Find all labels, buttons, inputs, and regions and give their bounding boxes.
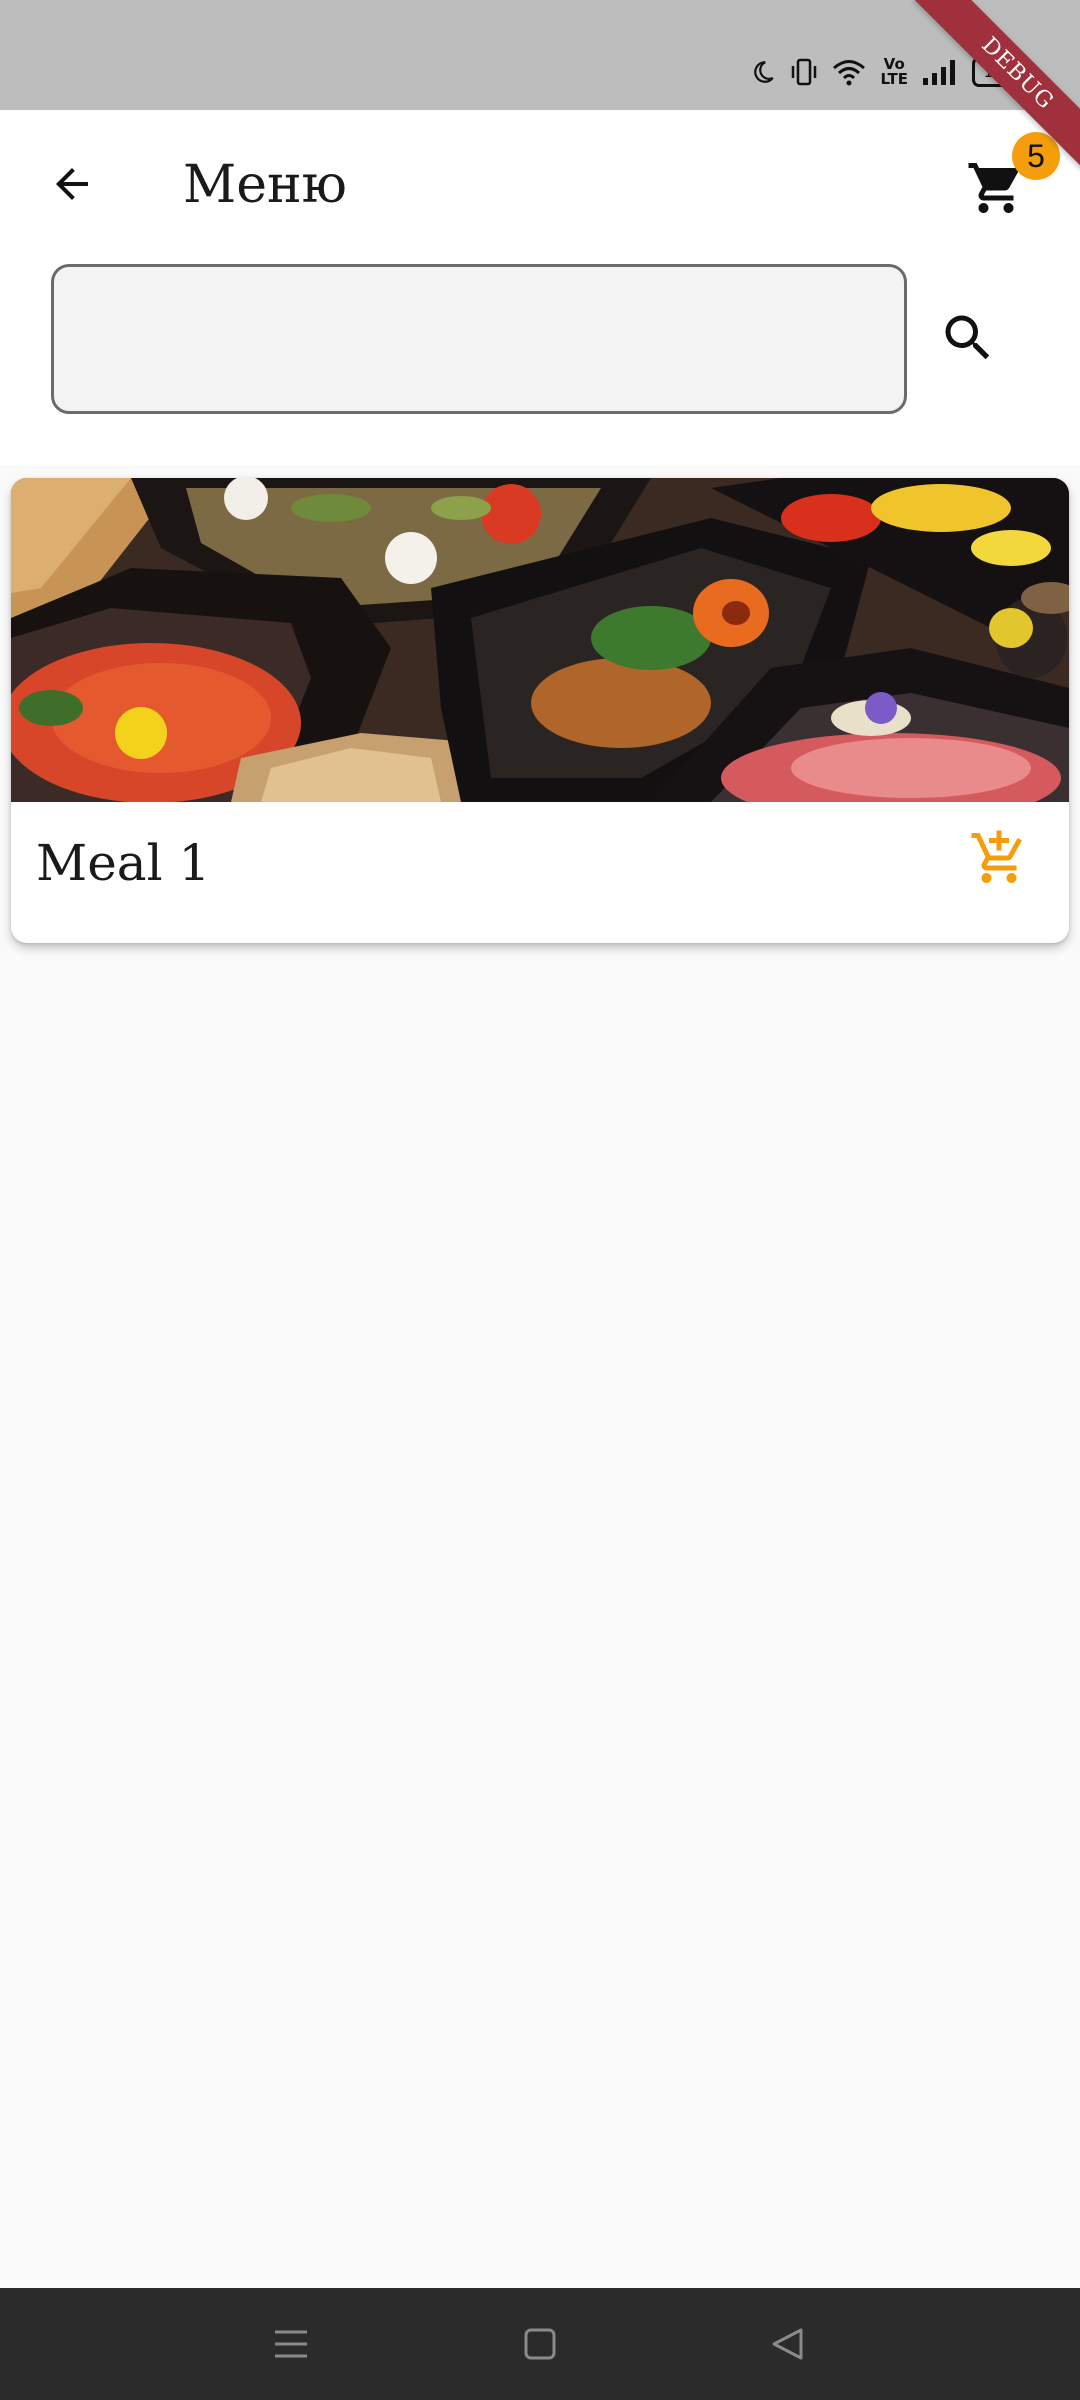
back-button[interactable] <box>36 148 108 220</box>
page-title: Меню <box>183 155 347 215</box>
meal-image <box>11 478 1069 802</box>
add-to-cart-button[interactable] <box>959 818 1039 898</box>
search-input[interactable] <box>51 264 907 414</box>
recents-button[interactable] <box>263 2316 319 2372</box>
app-header: Меню 5 <box>0 110 1080 465</box>
moon-icon <box>750 59 776 85</box>
system-back-button[interactable] <box>760 2316 816 2372</box>
volte-bottom-label: LTE <box>880 70 908 88</box>
cart-count-badge: 5 <box>1012 132 1060 180</box>
add-shopping-cart-icon <box>971 830 1022 883</box>
menu-icon <box>275 2330 307 2358</box>
signal-icon <box>922 58 958 86</box>
home-button[interactable] <box>512 2316 568 2372</box>
meal-card[interactable]: Meal 1 <box>11 478 1069 943</box>
status-bar: Vo LTE 100 <box>0 0 1080 110</box>
meal-name: Meal 1 <box>36 834 211 892</box>
vibrate-icon <box>790 57 818 87</box>
wifi-icon <box>832 58 866 86</box>
system-nav-bar <box>0 2288 1080 2400</box>
search-button[interactable] <box>928 298 1008 378</box>
volte-icon: Vo LTE <box>880 57 908 87</box>
home-icon <box>524 2328 556 2360</box>
arrow-back-icon <box>56 168 88 200</box>
screen: Vo LTE 100 DEBUG Меню <box>0 0 1080 2400</box>
search-icon <box>945 315 990 360</box>
back-icon <box>772 2328 803 2360</box>
